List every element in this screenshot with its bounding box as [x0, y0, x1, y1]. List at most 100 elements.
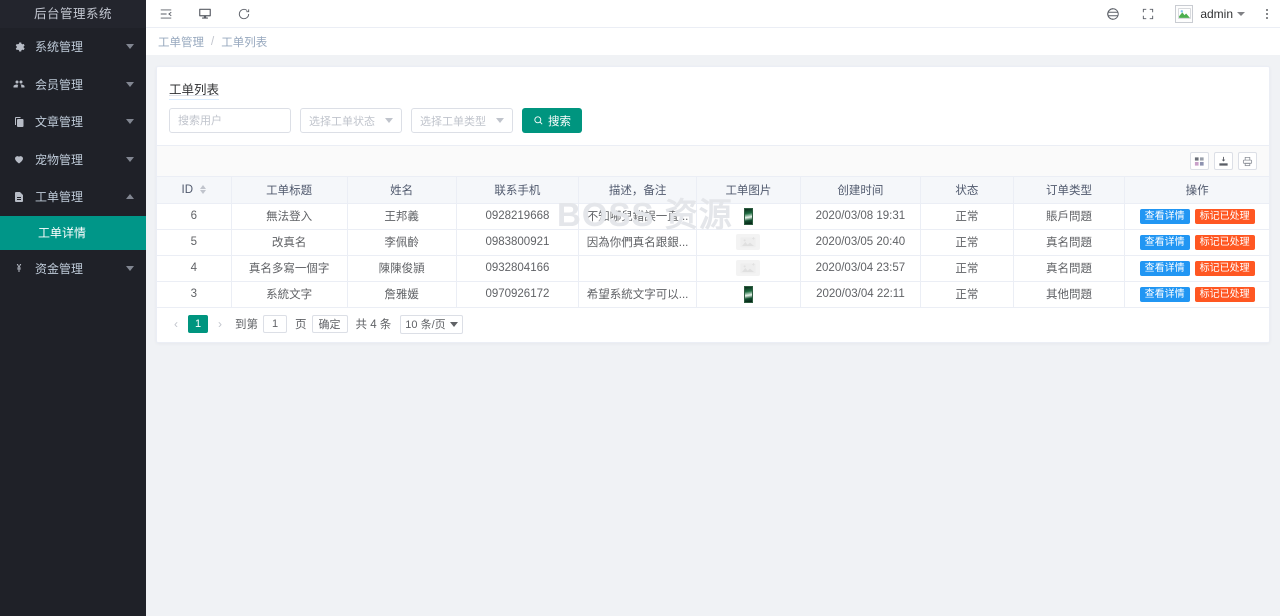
dot [1266, 12, 1268, 15]
mark-handled-button[interactable]: 标记已处理 [1194, 260, 1255, 276]
sidebar: 后台管理系统 系统管理 会员管理 文章管理 宠物管理 工单管理 工单详情 资金管… [0, 0, 146, 616]
users-icon [11, 76, 27, 92]
breadcrumb: 工单管理 / 工单列表 [146, 28, 1280, 56]
broken-image-icon[interactable] [736, 260, 761, 276]
chevron-up-icon [126, 194, 134, 200]
mark-handled-button[interactable]: 标记已处理 [1194, 208, 1255, 224]
menu-collapse-icon[interactable] [158, 6, 174, 22]
cell-title: 真名多寫一個字 [231, 255, 348, 282]
view-detail-button[interactable]: 查看详情 [1139, 208, 1190, 224]
sidebar-logo: 后台管理系统 [0, 0, 146, 28]
column-header-type: 订单类型 [1013, 177, 1126, 204]
table-row[interactable]: 5 改真名 李佩齡 0983800921 因為你們真名跟銀... 2020/03… [157, 229, 1269, 256]
table-row[interactable]: 3 系統文字 詹雅媛 0970926172 希望系統文字可以... 2020/0… [157, 281, 1269, 308]
cell-name: 詹雅媛 [347, 281, 457, 308]
cell-name: 李佩齡 [347, 229, 457, 256]
chevron-down-icon [385, 118, 393, 123]
columns-icon[interactable] [1190, 152, 1209, 170]
export-icon[interactable] [1214, 152, 1233, 170]
gear-icon [11, 39, 27, 55]
mark-handled-button[interactable]: 标记已处理 [1194, 286, 1255, 302]
goto-page-input[interactable] [263, 315, 287, 333]
table-row[interactable]: 4 真名多寫一個字 陳陳俊頴 0932804166 2020/03/04 23:… [157, 255, 1269, 282]
column-header-created: 创建时间 [800, 177, 921, 204]
cell-title: 系統文字 [231, 281, 348, 308]
sidebar-item-label: 工单管理 [35, 190, 84, 205]
cell-status: 正常 [920, 229, 1014, 256]
topbar: admin [146, 0, 1280, 28]
goto-confirm-button[interactable]: 确定 [311, 315, 348, 333]
broken-image-icon[interactable] [736, 234, 761, 250]
user-menu[interactable]: admin [1200, 7, 1245, 21]
column-header-desc: 描述，备注 [578, 177, 698, 204]
cell-desc: 因為你們真名跟銀... [578, 229, 698, 256]
sidebar-item-system[interactable]: 系统管理 [0, 28, 146, 66]
cell-image[interactable] [696, 229, 801, 256]
breadcrumb-parent[interactable]: 工单管理 [158, 34, 204, 50]
cell-title: 無法登入 [231, 203, 348, 230]
cell-id: 3 [157, 281, 232, 308]
search-button-label: 搜索 [548, 115, 571, 128]
table-row[interactable]: 6 無法登入 王邦義 0928219668 不知哪兒錯誤一直... 2020/0… [157, 203, 1269, 230]
cell-desc: 希望系統文字可以... [578, 281, 698, 308]
more-vertical-icon[interactable] [1264, 7, 1270, 21]
ticket-thumbnail[interactable] [743, 207, 753, 225]
search-user-input[interactable] [169, 108, 291, 133]
print-icon[interactable] [1238, 152, 1257, 170]
user-name-label: admin [1200, 6, 1233, 21]
search-button[interactable]: 搜索 [522, 108, 582, 133]
ticket-table: ID 工单标题 姓名 联系手机 描述，备注 工单图片 创建时间 状态 订单类型 … [157, 177, 1269, 308]
column-header-phone: 联系手机 [456, 177, 580, 204]
search-toolbar: 选择工单状态 选择工单类型 搜索 [157, 108, 1269, 145]
action-buttons: 查看详情 标记已处理 [1129, 260, 1265, 276]
action-buttons: 查看详情 标记已处理 [1129, 286, 1265, 302]
pagination-next[interactable]: › [213, 315, 227, 333]
screen-icon[interactable] [197, 6, 213, 22]
sidebar-item-pets[interactable]: 宠物管理 [0, 141, 146, 179]
ticket-list-card: BOSS 资源 工单列表 选择工单状态 选择工单类型 [156, 66, 1270, 343]
sidebar-subitem-ticket-detail[interactable]: 工单详情 [0, 215, 146, 250]
cell-desc [578, 255, 698, 282]
view-detail-button[interactable]: 查看详情 [1139, 234, 1190, 250]
cell-type: 賬戶問題 [1013, 203, 1126, 230]
cell-image[interactable] [696, 255, 801, 282]
column-header-id[interactable]: ID [157, 177, 232, 204]
goto-label: 到第 [235, 319, 258, 331]
ticket-status-select[interactable]: 选择工单状态 [300, 108, 402, 133]
total-count-label: 共 4 条 [355, 319, 392, 331]
sidebar-item-label: 文章管理 [35, 115, 84, 130]
mark-handled-button[interactable]: 标记已处理 [1194, 234, 1255, 250]
page-size-select[interactable]: 10 条/页 [400, 314, 463, 334]
refresh-icon[interactable] [236, 6, 252, 22]
cell-image[interactable] [696, 203, 801, 230]
action-buttons: 查看详情 标记已处理 [1129, 208, 1265, 224]
page-size-label: 10 条/页 [405, 319, 446, 331]
cell-created: 2020/03/04 23:57 [800, 255, 921, 282]
cell-created: 2020/03/08 19:31 [800, 203, 921, 230]
theme-icon[interactable] [1105, 6, 1121, 22]
ticket-type-select[interactable]: 选择工单类型 [411, 108, 513, 133]
chevron-down-icon [126, 156, 134, 162]
ticket-thumbnail[interactable] [743, 285, 753, 303]
avatar[interactable] [1175, 4, 1194, 23]
sort-icon[interactable] [200, 185, 207, 195]
document-icon [11, 114, 27, 130]
pagination-page-1[interactable]: 1 [188, 315, 208, 333]
sidebar-item-tickets[interactable]: 工单管理 [0, 178, 146, 216]
cell-status: 正常 [920, 255, 1014, 282]
sidebar-menu: 系统管理 会员管理 文章管理 宠物管理 工单管理 工单详情 资金管理 [0, 28, 146, 287]
cell-status: 正常 [920, 281, 1014, 308]
sidebar-item-articles[interactable]: 文章管理 [0, 103, 146, 141]
sidebar-item-members[interactable]: 会员管理 [0, 66, 146, 104]
cell-created: 2020/03/04 22:11 [800, 281, 921, 308]
view-detail-button[interactable]: 查看详情 [1139, 260, 1190, 276]
pagination-prev[interactable]: ‹ [169, 315, 183, 333]
cell-image[interactable] [696, 281, 801, 308]
view-detail-button[interactable]: 查看详情 [1139, 286, 1190, 302]
cell-actions: 查看详情 标记已处理 [1124, 229, 1269, 256]
sidebar-subitem-label: 工单详情 [38, 226, 87, 240]
fullscreen-icon[interactable] [1140, 6, 1156, 22]
sort-asc [200, 185, 207, 190]
ticket-type-select-label: 选择工单类型 [420, 115, 486, 128]
sidebar-item-funds[interactable]: 资金管理 [0, 250, 146, 288]
